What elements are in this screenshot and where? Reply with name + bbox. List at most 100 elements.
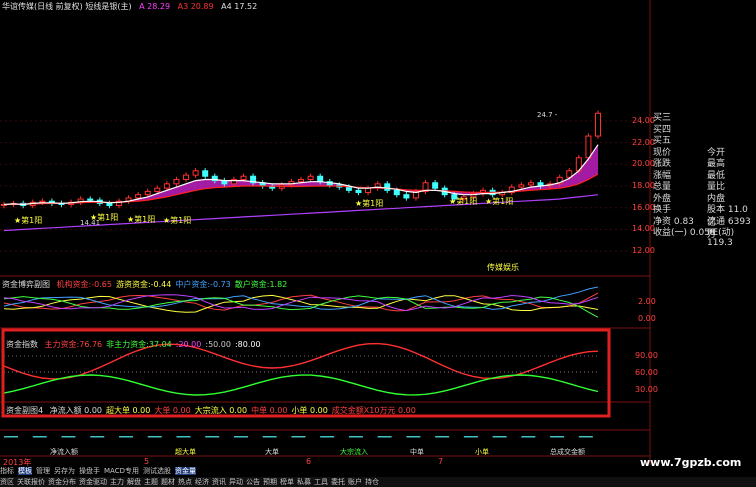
menu-item[interactable]: 资区	[0, 478, 14, 486]
panel3-ytick: 30.00	[635, 385, 658, 394]
candles	[1, 110, 601, 209]
panel4-bar	[262, 436, 277, 438]
menu-item[interactable]: 榜单	[280, 478, 294, 486]
panel4-bar	[521, 436, 536, 438]
panel4-name: 资金副图4	[6, 406, 44, 415]
panel3-item: :20.00	[175, 340, 202, 349]
menu-item[interactable]: 异动	[229, 478, 243, 486]
candle-body	[403, 194, 410, 199]
panel4-bar	[205, 436, 220, 438]
menu-item[interactable]: 主力	[110, 478, 124, 486]
menu-item[interactable]: 账户	[348, 478, 362, 486]
candle-body	[527, 182, 534, 186]
candle-body	[163, 183, 170, 189]
title-bar: 华谊传媒(日线 前复权) 短线是银(主) A 28.29 A3 20.89 A4…	[2, 1, 262, 12]
yang-marker: ★第1阳	[485, 197, 514, 206]
ma2-readout: A3 20.89	[177, 2, 214, 11]
panel2-name: 资金博弈副图	[2, 280, 50, 289]
menu-item[interactable]: 关联报价	[17, 478, 45, 486]
menu-item[interactable]: 资金驱动	[79, 478, 107, 486]
menu-item[interactable]: 解盘	[127, 478, 141, 486]
panel3-item: :80.00	[234, 340, 261, 349]
panel2-ytick: 2.00	[638, 297, 656, 306]
panel3-item: 非主力资金:37.04	[106, 340, 172, 349]
panel2-item: 散户资金:1.82	[234, 280, 288, 289]
indicator-tab[interactable]: MACD专用	[104, 467, 139, 475]
indicator-tab[interactable]: 测试选股	[143, 467, 171, 475]
lower-label: 超大单	[175, 448, 196, 456]
panel2-ytick: 0.00	[638, 314, 656, 323]
panel4-bar	[435, 436, 450, 438]
ma3-readout: A4 17.52	[221, 2, 258, 11]
candle-body	[173, 178, 180, 185]
panel4-bar	[291, 436, 306, 438]
candle-body	[384, 183, 391, 191]
menu-item[interactable]: 公告	[246, 478, 260, 486]
menu-item[interactable]: 主题	[144, 478, 158, 486]
candle-body	[365, 187, 372, 194]
menu-item[interactable]: 持仓	[365, 478, 379, 486]
high-price-label: 24.7 -	[537, 111, 558, 119]
panel4-bar	[233, 436, 248, 438]
candle-body	[192, 170, 199, 176]
panel4-bar	[176, 436, 191, 438]
menu-item[interactable]: 资金分布	[48, 478, 76, 486]
panel4-item: 净流入额 0.00	[49, 406, 102, 415]
panel4-bar	[90, 436, 105, 438]
candle-body	[183, 174, 190, 180]
menu-item[interactable]: 热点	[178, 478, 192, 486]
panel2-item: 中户资金:-0.73	[175, 280, 231, 289]
panel4-bar	[32, 436, 47, 438]
indicator-tab[interactable]: 管理	[36, 467, 50, 475]
candle-body	[317, 175, 324, 183]
indicator-tab[interactable]: 另存为	[54, 467, 75, 475]
indicator-tab[interactable]: 模板	[18, 467, 32, 475]
panel3-series-line	[3, 374, 599, 396]
panel4-item: 成交金额X10万元 0.00	[331, 406, 416, 415]
panel4-item: 超大单 0.00	[106, 406, 151, 415]
candle-body	[87, 198, 94, 201]
panel4-item: 中单 0.00	[251, 406, 288, 415]
yang-marker: ★第1阳	[449, 197, 478, 206]
yang-marker: ★第1阳	[90, 213, 119, 222]
panel4-bar	[578, 436, 593, 438]
panel4-item: 大宗流入 0.00	[194, 406, 248, 415]
menu-item[interactable]: 私募	[297, 478, 311, 486]
indicator-tab[interactable]: 资金量	[174, 467, 196, 475]
yang-marker: ★第1阳	[127, 215, 156, 224]
candle-body	[393, 189, 400, 196]
panel2-item: 机构资金:-0.65	[56, 280, 112, 289]
candle-body	[154, 187, 161, 192]
quote-panel: 买三 买四 买五 现价 今开 涨跌 最高 涨幅 最低 总量 量比 外盘 内盘 换手 股本 11.0亿 净资 0…	[651, 110, 756, 248]
menu-item[interactable]: 工具	[314, 478, 328, 486]
panel2-series-line	[3, 286, 599, 310]
indicator-tab[interactable]: 操盘手	[79, 467, 100, 475]
panel2-lines	[3, 286, 599, 318]
panel4-bar	[463, 436, 478, 438]
time-tick: 7	[438, 457, 444, 466]
candle-body	[240, 175, 247, 180]
panel4-header: 资金副图4 净流入额 0.00 超大单 0.00 大单 0.00 大宗流入 0.00 中…	[6, 405, 416, 416]
lower-label: 净流入额	[50, 448, 78, 456]
panel4-item: 大单 0.00	[154, 406, 191, 415]
panel3-ytick: 90.00	[635, 351, 658, 360]
lower-label: 大单	[265, 448, 279, 456]
menu-item[interactable]: 委托	[331, 478, 345, 486]
panel3-ytick: 60.00	[635, 368, 658, 377]
candle-body	[345, 186, 352, 191]
panel4-bars	[4, 436, 593, 438]
menu-item[interactable]: 题材	[161, 478, 175, 486]
indicator-tab[interactable]: 指标	[0, 467, 14, 475]
candle-body	[307, 175, 314, 180]
panel4-bar	[4, 436, 18, 438]
yang-marker: ★第1阳	[163, 216, 192, 225]
yang-marker: ★第1阳	[355, 199, 384, 208]
menu-item[interactable]: 资讯	[212, 478, 226, 486]
panel4-bar	[550, 436, 565, 438]
candle-body	[144, 190, 151, 196]
stock-title: 华谊传媒(日线 前复权) 短线是银(主)	[2, 2, 132, 11]
menu-item[interactable]: 预期	[263, 478, 277, 486]
panel4-bar	[406, 436, 421, 438]
menu-item[interactable]: 经济	[195, 478, 209, 486]
panel4-bar	[147, 436, 162, 438]
